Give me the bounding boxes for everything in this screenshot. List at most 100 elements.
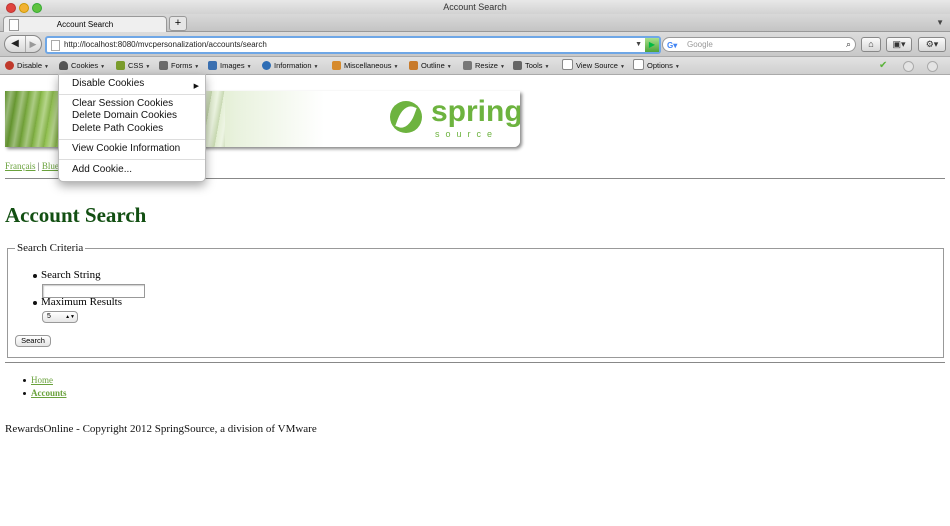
cookies-menu: Disable Cookies ▶ Clear Session Cookies … xyxy=(58,74,206,182)
devbar-label: Options xyxy=(647,61,673,70)
list-bullet xyxy=(23,379,26,382)
menu-item-view-cookie-information[interactable]: View Cookie Information xyxy=(72,143,180,154)
url-text[interactable]: http://localhost:8080/mvcpersonalization… xyxy=(64,38,267,52)
menu-item-delete-path-cookies[interactable]: Delete Path Cookies xyxy=(72,123,163,134)
chevron-down-icon: ▼ xyxy=(194,64,200,70)
chevron-down-icon: ▼ xyxy=(44,64,49,70)
miscellaneous-icon xyxy=(332,61,341,70)
disable-icon xyxy=(5,61,14,70)
url-bar[interactable]: http://localhost:8080/mvcpersonalization… xyxy=(45,36,661,54)
devbar-view-source[interactable]: View Source ▼ xyxy=(562,57,625,76)
back-arrow-icon[interactable]: ◀ xyxy=(7,36,23,52)
view-source-icon xyxy=(562,59,573,70)
validation-check-icon[interactable]: ✔ xyxy=(879,57,887,74)
information-icon xyxy=(262,61,271,70)
list-bullet xyxy=(33,274,37,278)
nav-link-home[interactable]: Home xyxy=(31,375,53,385)
search-criteria-fieldset: Search Criteria Search String Maximum Re… xyxy=(7,242,944,358)
chevron-down-icon: ▼ xyxy=(313,64,319,70)
devbar-miscellaneous[interactable]: Miscellaneous ▼ xyxy=(332,57,398,76)
devbar-label: Disable xyxy=(17,61,43,70)
go-arrow-icon[interactable]: ▶ xyxy=(645,38,659,52)
window-titlebar: Account Search xyxy=(0,0,950,14)
list-item: Home xyxy=(23,375,67,388)
search-input[interactable]: Google xyxy=(687,38,713,51)
menu-item-add-cookie[interactable]: Add Cookie... xyxy=(72,164,132,175)
forms-icon xyxy=(159,61,168,70)
navigation-toolbar: ◀ ▶ http://localhost:8080/mvcpersonaliza… xyxy=(0,32,950,57)
link-francais[interactable]: Français xyxy=(5,161,36,171)
devbar-disable[interactable]: Disable ▼ xyxy=(5,57,49,76)
devbar-label: CSS xyxy=(128,61,144,70)
tab-list-chevron-icon[interactable]: ▼ xyxy=(936,18,944,27)
menu-item-delete-domain-cookies[interactable]: Delete Domain Cookies xyxy=(72,110,177,121)
search-bar[interactable]: G▾ Google ⌕ xyxy=(662,37,856,52)
chevron-down-icon: ▼ xyxy=(544,64,550,70)
chevron-down-icon: ▼ xyxy=(145,64,151,70)
close-window-button[interactable] xyxy=(6,3,16,13)
devbar-information[interactable]: Information ▼ xyxy=(262,57,318,76)
chevron-down-icon: ▼ xyxy=(446,64,452,70)
devbar-resize[interactable]: Resize ▼ xyxy=(463,57,505,76)
chevron-down-icon: ▼ xyxy=(499,64,505,70)
forward-arrow-icon[interactable]: ▶ xyxy=(25,36,40,52)
select-arrows-icon: ▲▼ xyxy=(65,314,75,320)
chevron-down-icon: ▼ xyxy=(393,64,399,70)
outline-icon xyxy=(409,61,418,70)
menu-separator xyxy=(59,94,205,95)
css-icon xyxy=(116,61,125,70)
search-string-label: Search String xyxy=(41,269,101,281)
search-icon[interactable]: ⌕ xyxy=(846,38,851,51)
tab-label: Account Search xyxy=(56,20,114,29)
devbar-label: Forms xyxy=(171,61,193,70)
devbar-options[interactable]: Options ▼ xyxy=(633,57,680,76)
bookmarks-icon[interactable]: ▣▾ xyxy=(886,37,912,52)
menu-separator xyxy=(59,159,205,160)
url-history-chevron-icon[interactable]: ▼ xyxy=(635,38,642,52)
devbar-label: Information xyxy=(274,61,312,70)
tools-menu-icon[interactable]: ⚙▾ xyxy=(918,37,946,52)
chevron-down-icon: ▼ xyxy=(674,64,680,70)
link-separator: | xyxy=(37,161,40,171)
fieldset-legend: Search Criteria xyxy=(15,242,86,254)
devbar-images[interactable]: Images ▼ xyxy=(208,57,252,76)
list-item: Accounts xyxy=(23,388,67,401)
devbar-label: Images xyxy=(220,61,245,70)
zoom-window-button[interactable] xyxy=(32,3,42,13)
max-results-value: 5 xyxy=(47,313,51,320)
devbar-label: View Source xyxy=(576,61,618,70)
chevron-down-icon: ▼ xyxy=(619,64,625,70)
chevron-down-icon: ▼ xyxy=(246,64,252,70)
devbar-label: Resize xyxy=(475,61,498,70)
search-string-input[interactable] xyxy=(42,284,145,298)
footer-copyright: RewardsOnline - Copyright 2012 SpringSou… xyxy=(5,423,317,435)
tab-account-search[interactable]: Account Search xyxy=(3,16,167,32)
page-icon xyxy=(51,40,60,51)
logo-wordmark: spring xyxy=(431,95,520,128)
menu-item-disable-cookies[interactable]: Disable Cookies ▶ xyxy=(72,78,199,90)
back-forward-group: ◀ ▶ xyxy=(4,35,42,53)
minimize-window-button[interactable] xyxy=(19,3,29,13)
devbar-label: Tools xyxy=(525,61,543,70)
images-icon xyxy=(208,61,217,70)
search-button[interactable]: Search xyxy=(15,335,51,347)
list-bullet xyxy=(33,301,37,305)
options-icon xyxy=(633,59,644,70)
menu-item-clear-session-cookies[interactable]: Clear Session Cookies xyxy=(72,98,173,109)
status-indicator-icon[interactable] xyxy=(903,61,914,72)
home-icon[interactable]: ⌂ xyxy=(861,37,881,52)
footer-nav: Home Accounts xyxy=(23,375,67,401)
window-title: Account Search xyxy=(443,2,507,12)
google-icon[interactable]: G▾ xyxy=(667,39,683,52)
nav-link-accounts[interactable]: Accounts xyxy=(31,388,67,398)
new-tab-button[interactable]: + xyxy=(169,16,187,31)
logo-subtitle: source xyxy=(435,129,499,139)
chevron-down-icon: ▼ xyxy=(100,64,106,70)
max-results-select[interactable]: 5 ▲▼ xyxy=(42,311,78,323)
menu-item-label: Disable Cookies xyxy=(72,78,145,89)
link-blue[interactable]: Blue xyxy=(42,161,59,171)
devbar-tools[interactable]: Tools ▼ xyxy=(513,57,549,76)
status-indicator-icon[interactable] xyxy=(927,61,938,72)
tools-icon xyxy=(513,61,522,70)
devbar-outline[interactable]: Outline ▼ xyxy=(409,57,452,76)
